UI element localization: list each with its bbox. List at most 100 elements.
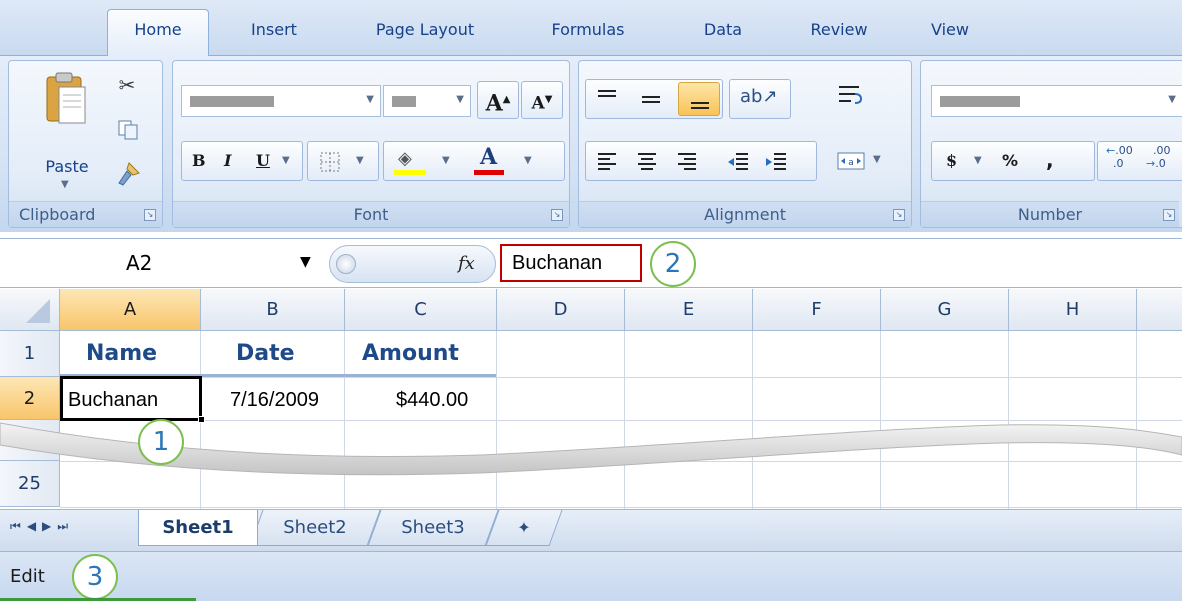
chevron-down-icon[interactable]: ▼ [300, 254, 311, 270]
sheet-tab-bar: ⏮◀▶⏭ Sheet1 Sheet2 Sheet3 ✦ [0, 509, 1182, 551]
sheet-tab-2[interactable]: Sheet2 [249, 510, 381, 546]
next-sheet-icon[interactable]: ▶ [42, 519, 57, 533]
status-bar: Edit 3 [0, 551, 1182, 601]
borders-icon [320, 152, 340, 172]
sheet-tab-3[interactable]: Sheet3 [367, 510, 499, 546]
cell-b2[interactable]: 7/16/2009 [230, 389, 319, 412]
decrease-indent-icon[interactable] [726, 151, 750, 173]
format-painter-icon[interactable] [115, 161, 141, 187]
expand-handle-icon[interactable] [336, 254, 356, 274]
horizontal-align-buttons [585, 141, 817, 181]
column-header-b[interactable]: B [201, 289, 345, 331]
fill-color-swatch [394, 170, 426, 175]
chevron-down-icon: ▼ [873, 154, 881, 165]
grow-font-button[interactable]: A▲ [477, 81, 519, 119]
ribbon-tab-bar: Home Insert Page Layout Formulas Data Re… [0, 0, 1182, 56]
column-header-a[interactable]: A [60, 289, 201, 331]
align-bottom-button[interactable] [678, 82, 720, 116]
column-header-c[interactable]: C [345, 289, 497, 331]
fill-color-button[interactable]: ◈ [392, 148, 430, 176]
insert-sheet-button[interactable]: ✦ [485, 510, 563, 546]
sheet-tab-1[interactable]: Sheet1 [138, 510, 258, 546]
font-group-label: Font [173, 201, 569, 227]
column-header-d[interactable]: D [497, 289, 625, 331]
increase-indent-icon[interactable] [764, 151, 788, 173]
font-name-value [190, 96, 274, 107]
alignment-group-label: Alignment [579, 201, 911, 227]
ribbon: Paste ▼ ✂ Clipboard ↘ ▼ ▼ A▲ A▼ B I U ▼ … [0, 56, 1182, 232]
column-header-h[interactable]: H [1009, 289, 1137, 331]
percent-button[interactable]: % [1002, 151, 1018, 170]
currency-button[interactable]: $ [946, 151, 957, 170]
increase-decimal-button[interactable]: ←.00 .0 [1106, 144, 1140, 178]
chevron-down-icon: ▼ [356, 155, 364, 166]
callout-1: 1 [138, 419, 184, 465]
font-size-dropdown[interactable]: ▼ [383, 85, 471, 117]
tab-view[interactable]: View [910, 10, 990, 50]
status-mode: Edit [10, 566, 45, 587]
cell-c2[interactable]: $440.00 [396, 389, 468, 412]
alignment-launcher-icon[interactable]: ↘ [893, 209, 905, 221]
bold-button[interactable]: B [192, 151, 206, 170]
row-header-1[interactable]: 1 [0, 331, 60, 377]
cut-icon[interactable]: ✂ [113, 73, 141, 99]
wrap-text-icon[interactable] [837, 83, 863, 111]
align-bottom-icon [691, 102, 709, 109]
tab-review[interactable]: Review [790, 10, 888, 50]
callout-2: 2 [650, 241, 696, 287]
font-launcher-icon[interactable]: ↘ [551, 209, 563, 221]
name-box[interactable]: A2 ▼ [0, 239, 325, 289]
first-sheet-icon[interactable]: ⏮ [10, 519, 27, 533]
merge-center-icon: a [837, 152, 865, 170]
column-header-e[interactable]: E [625, 289, 753, 331]
copy-icon[interactable] [117, 119, 139, 141]
prev-sheet-icon[interactable]: ◀ [27, 519, 42, 533]
number-launcher-icon[interactable]: ↘ [1163, 209, 1175, 221]
cell-c1[interactable]: Amount [362, 341, 459, 366]
align-top-icon[interactable] [596, 88, 618, 110]
tab-page-layout[interactable]: Page Layout [345, 10, 505, 50]
last-sheet-icon[interactable]: ⏭ [57, 519, 74, 533]
tab-home[interactable]: Home [107, 9, 209, 56]
chevron-down-icon: ▼ [366, 94, 374, 105]
font-name-dropdown[interactable]: ▼ [181, 85, 381, 117]
sheet-tab-3-label: Sheet3 [401, 517, 465, 538]
cell-a2[interactable]: Buchanan [68, 389, 158, 412]
decrease-decimal-button[interactable]: .00 →.0 [1146, 144, 1180, 178]
paste-button[interactable]: Paste ▼ [33, 69, 101, 197]
chevron-down-icon: ▼ [442, 155, 450, 166]
formula-content[interactable]: Buchanan [500, 244, 642, 282]
italic-button[interactable]: I [224, 151, 231, 170]
font-color-button[interactable]: A [470, 144, 508, 176]
orientation-icon: ab↗ [740, 86, 778, 107]
cell-b1[interactable]: Date [236, 341, 295, 366]
clipboard-launcher-icon[interactable]: ↘ [144, 209, 156, 221]
column-header-g[interactable]: G [881, 289, 1009, 331]
align-right-icon[interactable] [676, 151, 698, 173]
align-left-icon[interactable] [596, 151, 618, 173]
tab-data[interactable]: Data [678, 10, 768, 50]
shrink-font-icon: A [531, 93, 545, 114]
cell-a1[interactable]: Name [86, 341, 157, 366]
tab-insert[interactable]: Insert [226, 10, 322, 50]
formula-bar: A2 ▼ fx Buchanan 2 [0, 238, 1182, 288]
orientation-button[interactable]: ab↗ [729, 79, 791, 119]
row-header-2[interactable]: 2 [0, 377, 60, 420]
align-center-icon[interactable] [636, 151, 658, 173]
shrink-font-button[interactable]: A▼ [521, 81, 563, 119]
insert-function-icon[interactable]: fx [458, 253, 475, 274]
align-middle-icon[interactable] [640, 88, 662, 110]
column-header-f[interactable]: F [753, 289, 881, 331]
borders-button[interactable]: ▼ [307, 141, 379, 181]
comma-button[interactable]: , [1046, 148, 1054, 172]
number-format-dropdown[interactable]: ▼ [931, 85, 1182, 117]
merge-center-button[interactable]: a ▼ [831, 141, 897, 181]
worksheet-grid: A B C D E F G H 1 2 25 Name Date Amount [0, 289, 1182, 509]
number-group-label: Number [921, 201, 1179, 227]
underline-button[interactable]: U [256, 151, 270, 170]
clipboard-group-label: Clipboard [9, 201, 162, 227]
tab-formulas[interactable]: Formulas [526, 10, 650, 50]
paste-label: Paste [45, 157, 89, 176]
column-header-partial[interactable] [1137, 289, 1182, 331]
select-all-corner[interactable] [0, 289, 60, 331]
